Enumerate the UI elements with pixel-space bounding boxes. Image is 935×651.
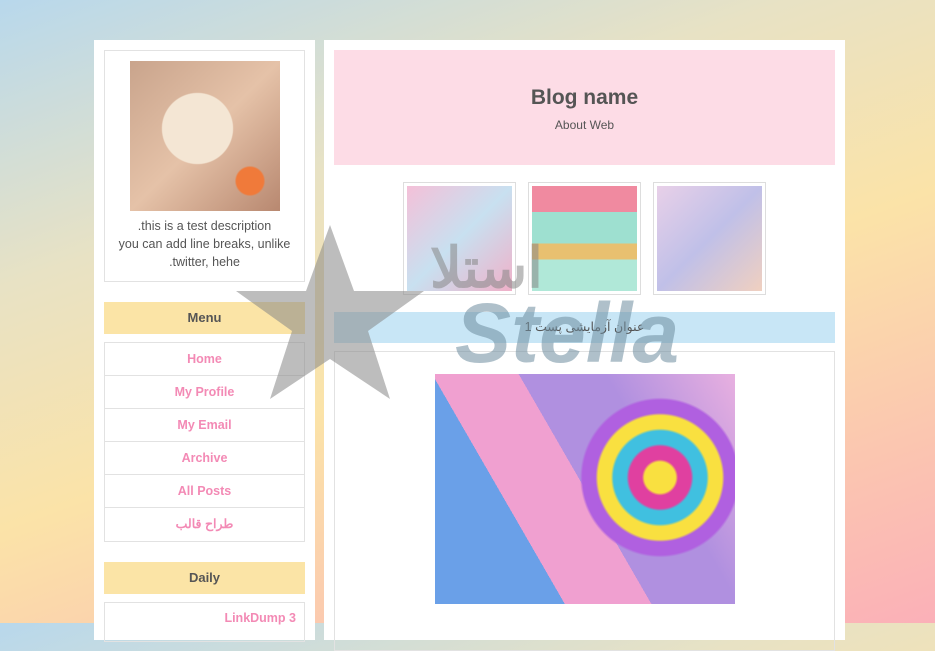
menu-list: Home My Profile My Email Archive All Pos… <box>104 342 305 542</box>
sidebar: .this is a test description you can add … <box>94 40 315 642</box>
description-line: .this is a test description <box>137 219 272 233</box>
blog-title[interactable]: Blog name <box>334 86 835 110</box>
daily-item[interactable]: LinkDump 3 <box>104 602 305 642</box>
daily-heading: Daily <box>104 562 305 594</box>
gallery-thumb[interactable] <box>528 182 641 295</box>
profile-card: .this is a test description you can add … <box>104 50 305 282</box>
menu-item-designer[interactable]: طراح قالب <box>105 508 304 541</box>
main-content: Blog name About Web عنوان آزمایشی پست 1 <box>324 40 845 651</box>
post-body <box>334 351 835 651</box>
post-image <box>434 374 735 604</box>
menu-heading: Menu <box>104 302 305 334</box>
avatar <box>129 61 280 211</box>
description-line: .twitter, hehe <box>169 255 240 269</box>
gallery <box>334 182 835 295</box>
menu-item-profile[interactable]: My Profile <box>105 376 304 409</box>
menu-item-email[interactable]: My Email <box>105 409 304 442</box>
menu-item-all-posts[interactable]: All Posts <box>105 475 304 508</box>
blog-subtitle: About Web <box>554 118 615 132</box>
profile-description: .this is a test description you can add … <box>111 217 298 271</box>
menu-item-archive[interactable]: Archive <box>105 442 304 475</box>
gallery-thumb[interactable] <box>403 182 516 295</box>
post-title[interactable]: عنوان آزمایشی پست 1 <box>334 312 835 343</box>
blog-header: Blog name About Web <box>334 50 835 165</box>
description-line: you can add line breaks, unlike <box>118 237 291 251</box>
menu-item-home[interactable]: Home <box>105 343 304 376</box>
gallery-thumb[interactable] <box>653 182 766 295</box>
